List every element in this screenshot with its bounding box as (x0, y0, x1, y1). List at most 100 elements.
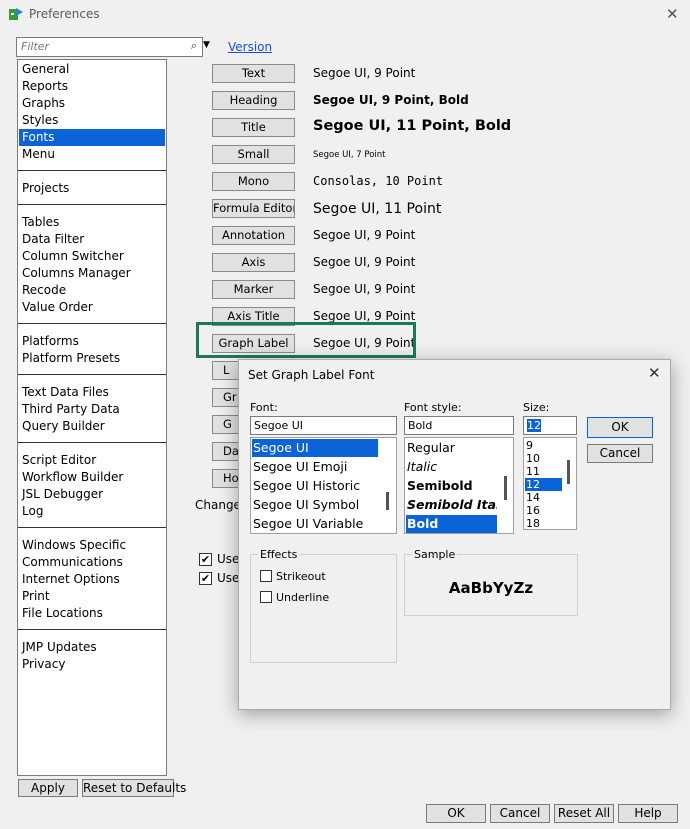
style-option-bold[interactable]: Bold (406, 515, 497, 533)
title-font-button[interactable]: Title (212, 118, 295, 137)
filter-input[interactable] (17, 38, 181, 54)
axis-title-font-description: Segoe UI, 9 Point (313, 309, 416, 323)
text-font-description: Segoe UI, 9 Point (313, 66, 416, 80)
annotation-font-button[interactable]: Annotation (212, 226, 295, 245)
font-option-segoe-ui[interactable]: Segoe UI (252, 439, 378, 457)
use-checkbox-2[interactable]: ✔ (199, 572, 212, 585)
help-button[interactable]: Help (618, 804, 678, 823)
underline-checkbox[interactable] (260, 591, 272, 603)
category-item-third-party-data[interactable]: Third Party Data (19, 401, 165, 418)
reset-all-button[interactable]: Reset All (554, 804, 614, 823)
size-option-18[interactable]: 18 (525, 517, 562, 529)
dialog-close-icon[interactable]: ✕ (648, 364, 661, 382)
category-item-data-filter[interactable]: Data Filter (19, 231, 165, 248)
category-separator (18, 323, 166, 324)
use-checkbox-1[interactable]: ✔ (199, 553, 212, 566)
font-option-segoe-ui-symbol[interactable]: Segoe UI Symbol (252, 496, 378, 514)
category-item-query-builder[interactable]: Query Builder (19, 418, 165, 435)
style-option-regular[interactable]: Regular (406, 439, 497, 457)
size-option-10[interactable]: 10 (525, 452, 562, 465)
window-close-icon[interactable]: ✕ (666, 5, 679, 23)
font-style-input[interactable]: Bold (404, 416, 514, 435)
font-option-segoe-ui-historic[interactable]: Segoe UI Historic (252, 477, 378, 495)
category-item-menu[interactable]: Menu (19, 146, 165, 163)
category-item-graphs[interactable]: Graphs (19, 95, 165, 112)
size-option-11[interactable]: 11 (525, 465, 562, 478)
filter-field[interactable]: ⌕ (16, 37, 203, 57)
mono-font-description: Consolas, 10 Point (313, 174, 444, 188)
sample-label: Sample (412, 548, 458, 561)
reset-to-defaults-button[interactable]: Reset to Defaults (82, 779, 186, 797)
axis-font-button[interactable]: Axis (212, 253, 295, 272)
window-title: Preferences (29, 7, 100, 21)
text-font-button[interactable]: Text (212, 64, 295, 83)
category-item-log[interactable]: Log (19, 503, 165, 520)
heading-font-button[interactable]: Heading (212, 91, 295, 110)
category-item-communications[interactable]: Communications (19, 554, 165, 571)
font-style-list[interactable]: RegularItalicSemiboldSemibold ItalicBold (404, 437, 514, 534)
size-option-16[interactable]: 16 (525, 504, 562, 517)
title-bar (0, 0, 690, 30)
size-option-14[interactable]: 14 (525, 491, 562, 504)
search-icon[interactable]: ⌕ (191, 39, 197, 53)
ok-button[interactable]: OK (426, 804, 486, 823)
category-item-text-data-files[interactable]: Text Data Files (19, 384, 165, 401)
category-item-privacy[interactable]: Privacy (19, 656, 165, 673)
category-item-general[interactable]: General (19, 61, 165, 78)
size-list-scrollbar[interactable] (567, 460, 570, 484)
style-option-italic[interactable]: Italic (406, 458, 497, 476)
marker-font-button[interactable]: Marker (212, 280, 295, 299)
category-item-recode[interactable]: Recode (19, 282, 165, 299)
category-item-print[interactable]: Print (19, 588, 165, 605)
strikeout-label: Strikeout (276, 570, 326, 583)
dialog-cancel-button[interactable]: Cancel (587, 444, 653, 463)
size-option-12[interactable]: 12 (525, 478, 562, 491)
category-item-windows-specific[interactable]: Windows Specific (19, 537, 165, 554)
category-item-column-switcher[interactable]: Column Switcher (19, 248, 165, 265)
filter-dropdown-icon[interactable]: ▼ (203, 40, 210, 50)
category-list[interactable]: General Reports Graphs Styles Fonts Menu Proje… (17, 59, 167, 776)
category-item-projects[interactable]: Projects (19, 180, 165, 197)
dialog-ok-button[interactable]: OK (587, 417, 653, 438)
cancel-button[interactable]: Cancel (490, 804, 550, 823)
font-name-input[interactable]: Segoe UI (250, 416, 397, 435)
font-label: Font: (250, 401, 278, 414)
change-text: Change (195, 498, 241, 512)
category-item-fonts[interactable]: Fonts (19, 129, 165, 146)
font-option-segoe-ui-variable[interactable]: Segoe UI Variable (252, 515, 378, 533)
category-item-platforms[interactable]: Platforms (19, 333, 165, 350)
use-checkbox-1-label: Use (217, 552, 240, 566)
small-font-button[interactable]: Small (212, 145, 295, 164)
category-item-jsl-debugger[interactable]: JSL Debugger (19, 486, 165, 503)
category-item-tables[interactable]: Tables (19, 214, 165, 231)
sample-preview-text: AaBbYyZz (448, 579, 534, 597)
category-item-platform-presets[interactable]: Platform Presets (19, 350, 165, 367)
mono-font-button[interactable]: Mono (212, 172, 295, 191)
size-input[interactable]: 12 (523, 416, 577, 435)
category-item-value-order[interactable]: Value Order (19, 299, 165, 316)
category-item-reports[interactable]: Reports (19, 78, 165, 95)
annotation-font-description: Segoe UI, 9 Point (313, 228, 416, 242)
category-item-styles[interactable]: Styles (19, 112, 165, 129)
category-item-file-locations[interactable]: File Locations (19, 605, 165, 622)
title-font-description: Segoe UI, 11 Point, Bold (313, 118, 512, 134)
category-item-jmp-updates[interactable]: JMP Updates (19, 639, 165, 656)
category-item-script-editor[interactable]: Script Editor (19, 452, 165, 469)
category-item-columns-manager[interactable]: Columns Manager (19, 265, 165, 282)
size-list[interactable]: 9 10 11 12 14 16 18 (523, 437, 577, 530)
style-option-semibold[interactable]: Semibold (406, 477, 497, 495)
category-item-workflow-builder[interactable]: Workflow Builder (19, 469, 165, 486)
font-list-scrollbar[interactable] (386, 492, 389, 510)
axis-font-description: Segoe UI, 9 Point (313, 255, 416, 269)
category-item-internet-options[interactable]: Internet Options (19, 571, 165, 588)
font-name-list[interactable]: Segoe UI Segoe UI Emoji Segoe UI Historic S… (250, 437, 397, 534)
size-input-value: 12 (527, 419, 541, 432)
font-option-segoe-ui-emoji[interactable]: Segoe UI Emoji (252, 458, 378, 476)
strikeout-checkbox[interactable] (260, 570, 272, 582)
formula-editor-font-button[interactable]: Formula Editor (212, 199, 295, 218)
style-option-semibold-italic[interactable]: Semibold Italic (406, 496, 497, 514)
apply-button[interactable]: Apply (18, 779, 78, 797)
size-option-9[interactable]: 9 (525, 439, 562, 452)
version-link[interactable]: Version (228, 40, 272, 54)
style-list-scrollbar[interactable] (504, 476, 507, 500)
